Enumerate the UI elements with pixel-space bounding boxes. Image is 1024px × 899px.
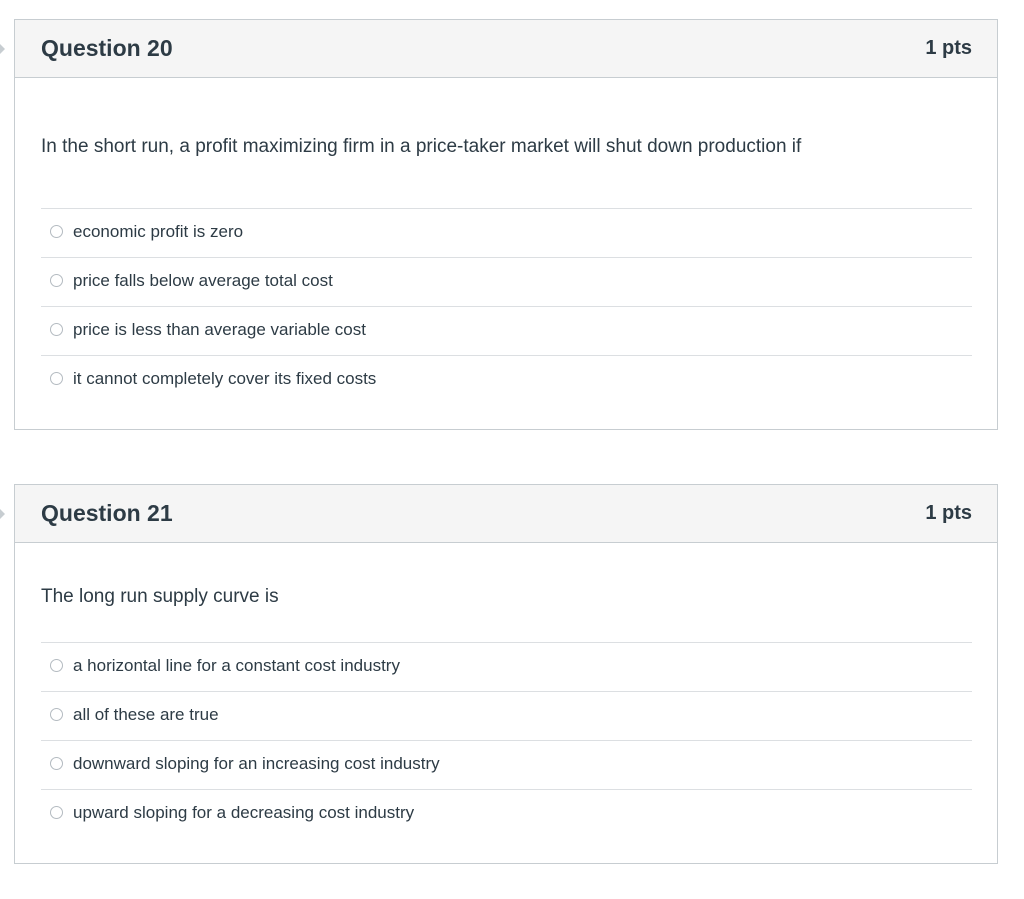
question-text: In the short run, a profit maximizing fi… — [41, 136, 802, 157]
answer-option[interactable]: upward sloping for a decreasing cost ind… — [41, 789, 972, 838]
answer-label[interactable]: it cannot completely cover its fixed cos… — [73, 369, 376, 389]
answer-label[interactable]: economic profit is zero — [73, 222, 243, 242]
question-21-card: Question 21 1 pts The long run supply cu… — [0, 484, 998, 864]
answer-option[interactable]: a horizontal line for a constant cost in… — [41, 642, 972, 691]
radio-button[interactable] — [50, 372, 63, 385]
radio-button[interactable] — [50, 225, 63, 238]
flag-marker-icon[interactable] — [0, 44, 5, 54]
answer-list: a horizontal line for a constant cost in… — [41, 642, 972, 838]
answer-label[interactable]: price falls below average total cost — [73, 271, 333, 291]
radio-button[interactable] — [50, 659, 63, 672]
answer-list: economic profit is zero price falls belo… — [41, 208, 972, 404]
question-20-card: Question 20 1 pts In the short run, a pr… — [0, 19, 998, 430]
answer-label[interactable]: a horizontal line for a constant cost in… — [73, 656, 400, 676]
question-text: The long run supply curve is — [41, 586, 279, 607]
radio-button[interactable] — [50, 274, 63, 287]
answer-option[interactable]: it cannot completely cover its fixed cos… — [41, 355, 972, 404]
question-header: Question 20 1 pts — [15, 20, 997, 78]
answer-label[interactable]: upward sloping for a decreasing cost ind… — [73, 803, 414, 823]
answer-option[interactable]: economic profit is zero — [41, 208, 972, 257]
answer-label[interactable]: downward sloping for an increasing cost … — [73, 754, 440, 774]
radio-button[interactable] — [50, 708, 63, 721]
answer-label[interactable]: price is less than average variable cost — [73, 320, 366, 340]
answer-option[interactable]: all of these are true — [41, 691, 972, 740]
question-header: Question 21 1 pts — [15, 485, 997, 543]
answer-label[interactable]: all of these are true — [73, 705, 219, 725]
question-points: 1 pts — [925, 502, 972, 524]
flag-marker-icon[interactable] — [0, 509, 5, 519]
question-points: 1 pts — [925, 37, 972, 59]
radio-button[interactable] — [50, 806, 63, 819]
radio-button[interactable] — [50, 323, 63, 336]
answer-option[interactable]: price is less than average variable cost — [41, 306, 972, 355]
answer-option[interactable]: price falls below average total cost — [41, 257, 972, 306]
radio-button[interactable] — [50, 757, 63, 770]
question-title: Question 20 — [41, 35, 173, 61]
question-title: Question 21 — [41, 500, 173, 526]
answer-option[interactable]: downward sloping for an increasing cost … — [41, 740, 972, 789]
